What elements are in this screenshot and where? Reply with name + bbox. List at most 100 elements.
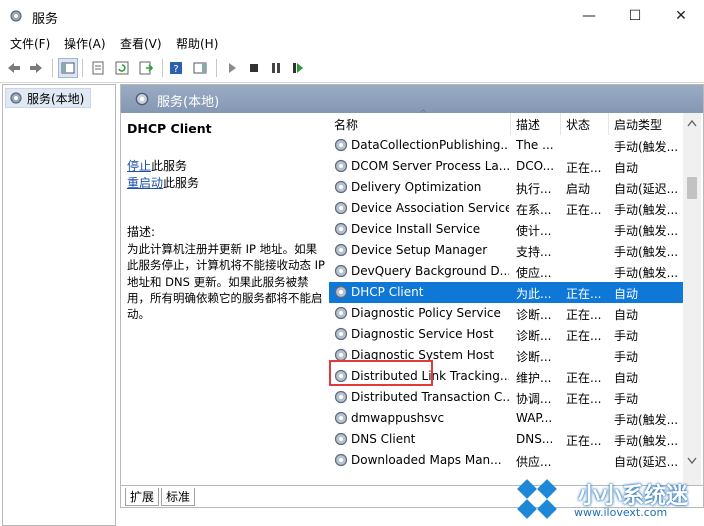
- service-status: 正在...: [566, 329, 602, 343]
- service-row[interactable]: Device Association Service 在系... 正在... 手动(触…: [329, 198, 683, 219]
- column-header-name-label: 名称: [334, 117, 359, 132]
- panel-header: 服务(本地): [121, 85, 703, 113]
- svg-text:?: ?: [173, 64, 178, 75]
- service-row[interactable]: Delivery Optimization 执行... 启动 自动(延迟...: [329, 177, 683, 198]
- service-gear-icon: [334, 264, 348, 278]
- service-row[interactable]: Distributed Transaction C... 协调... 正在... 手动: [329, 387, 683, 408]
- service-row[interactable]: dmwappushsvc WAP... 手动(触发...: [329, 408, 683, 429]
- service-row[interactable]: DCOM Server Process La... DCO... 正在... 自动: [329, 156, 683, 177]
- service-description: 供应...: [516, 455, 552, 469]
- services-gear-icon: [135, 92, 149, 106]
- service-gear-icon: [334, 390, 348, 404]
- service-gear-icon: [334, 453, 348, 467]
- menu-bar: 文件(F) 操作(A) 查看(V) 帮助(H): [0, 32, 704, 54]
- toolbar: ?: [0, 54, 704, 83]
- service-description: 协调...: [516, 392, 552, 406]
- pause-service-button[interactable]: [266, 58, 286, 78]
- service-startup-type: 手动(触发...: [614, 224, 679, 238]
- service-name: Distributed Transaction C...: [351, 390, 509, 404]
- service-gear-icon: [334, 327, 348, 341]
- pause-icon: [272, 63, 280, 73]
- refresh-button[interactable]: [112, 58, 132, 78]
- service-row[interactable]: Diagnostic Service Host 诊断... 正在... 手动: [329, 324, 683, 345]
- service-row[interactable]: DataCollectionPublishing... The ... 手动(触发.…: [329, 135, 683, 156]
- properties-button[interactable]: [88, 58, 108, 78]
- service-row[interactable]: Device Setup Manager 支持... 手动(触发...: [329, 240, 683, 261]
- service-startup-type: 自动: [614, 287, 639, 301]
- service-gear-icon: [334, 201, 348, 215]
- service-startup-type: 自动(延迟...: [614, 182, 679, 196]
- service-name: DevQuery Background D...: [351, 264, 509, 278]
- service-gear-icon: [334, 285, 348, 299]
- service-description: 使计...: [516, 224, 552, 238]
- menu-file[interactable]: 文件(F): [10, 35, 50, 52]
- console-tree: 服务(本地): [2, 84, 116, 526]
- start-service-button[interactable]: [222, 58, 242, 78]
- menu-view[interactable]: 查看(V): [120, 35, 162, 52]
- help-button[interactable]: ?: [166, 58, 186, 78]
- toolbar-separator: [216, 59, 217, 77]
- service-row[interactable]: Diagnostic Policy Service 诊断... 正在... 自动: [329, 303, 683, 324]
- service-row[interactable]: DNS Client DNS... 正在... 手动(触发...: [329, 429, 683, 450]
- service-row[interactable]: DevQuery Background D... 使应... 手动(触发...: [329, 261, 683, 282]
- stop-service-link[interactable]: 停止: [127, 159, 151, 173]
- stop-service-button[interactable]: [244, 58, 264, 78]
- window-title: 服务: [32, 12, 59, 27]
- service-description: WAP...: [516, 411, 553, 425]
- service-status: 启动: [566, 182, 591, 196]
- minimize-button[interactable]: —: [566, 0, 612, 32]
- service-row[interactable]: DHCP Client 为此... 正在... 自动: [329, 282, 683, 303]
- help-icon: ?: [170, 62, 182, 75]
- restart-service-button[interactable]: [288, 58, 308, 78]
- service-status: 正在...: [566, 392, 602, 406]
- show-console-tree-button[interactable]: [58, 58, 78, 78]
- service-list: 名称 ^ 描述 状态 启动类型 DataCollectionPublishing…: [329, 109, 703, 485]
- restart-service-line: 重启动此服务: [127, 174, 199, 191]
- service-startup-type: 手动: [614, 350, 639, 364]
- show-hide-action-pane-button[interactable]: [190, 58, 210, 78]
- service-startup-type: 自动(延迟...: [614, 455, 679, 469]
- scroll-down-icon[interactable]: [687, 457, 697, 465]
- service-name: Device Association Service: [351, 201, 509, 215]
- forward-button[interactable]: [26, 58, 46, 78]
- service-name: DCOM Server Process La...: [351, 159, 509, 173]
- service-status: 正在...: [566, 161, 602, 175]
- service-name: Diagnostic Service Host: [351, 327, 494, 341]
- service-startup-type: 自动: [614, 161, 639, 175]
- toolbar-separator: [82, 59, 83, 77]
- description-text: 为此计算机注册并更新 IP 地址。如果此服务停止，计算机将不能接收动态 IP 地…: [127, 242, 325, 322]
- maximize-button[interactable]: ☐: [612, 0, 658, 32]
- service-row[interactable]: Downloaded Maps Man... 供应... 自动(延迟...: [329, 450, 683, 471]
- menu-help[interactable]: 帮助(H): [176, 35, 218, 52]
- service-status: 正在...: [566, 203, 602, 217]
- export-icon: [139, 61, 154, 75]
- column-header-status[interactable]: 状态: [561, 113, 609, 135]
- column-header-startup-type[interactable]: 启动类型: [609, 113, 683, 135]
- export-list-button[interactable]: [136, 58, 156, 78]
- close-button[interactable]: ✕: [658, 0, 704, 32]
- menu-action[interactable]: 操作(A): [64, 35, 106, 52]
- service-gear-icon: [334, 138, 348, 152]
- service-status: 正在...: [566, 371, 602, 385]
- highlight-dns-client: [329, 507, 433, 508]
- column-header-description[interactable]: 描述: [511, 113, 561, 135]
- tab-extended[interactable]: 扩展: [125, 488, 160, 506]
- service-name: Device Install Service: [351, 222, 481, 236]
- service-startup-type: 手动(触发...: [614, 203, 679, 217]
- service-name: Downloaded Maps Man...: [351, 453, 502, 467]
- scroll-thumb[interactable]: [687, 177, 697, 199]
- service-row[interactable]: Device Install Service 使计... 手动(触发...: [329, 219, 683, 240]
- scroll-up-icon[interactable]: [687, 119, 697, 127]
- service-startup-type: 手动(触发...: [614, 434, 679, 448]
- back-button[interactable]: [4, 58, 24, 78]
- tree-item-services-local[interactable]: 服务(本地): [5, 88, 91, 108]
- tab-standard[interactable]: 标准: [161, 488, 196, 506]
- service-description: DCO...: [516, 159, 555, 173]
- service-startup-type: 自动: [614, 371, 639, 385]
- service-description: 支持...: [516, 245, 552, 259]
- restart-service-suffix: 此服务: [163, 176, 200, 190]
- service-startup-type: 手动(触发...: [614, 245, 679, 259]
- restart-service-link[interactable]: 重启动: [127, 176, 163, 190]
- vertical-scrollbar[interactable]: [683, 113, 701, 485]
- service-description: DNS...: [516, 432, 554, 446]
